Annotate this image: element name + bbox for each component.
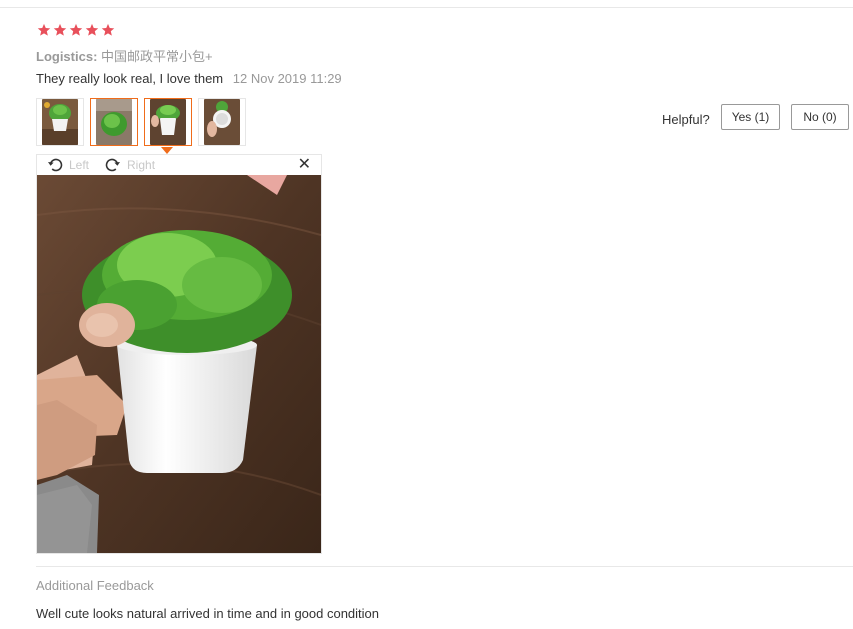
star-icon [53, 23, 67, 36]
thumbnail-image [150, 99, 186, 145]
close-viewer-icon[interactable]: ✕ [298, 157, 311, 173]
section-divider [36, 566, 853, 567]
additional-feedback-heading: Additional Feedback [36, 578, 154, 593]
rotate-right-label: Right [127, 158, 156, 172]
thumbnail-1[interactable] [36, 98, 84, 146]
rotate-right-button[interactable]: Right [105, 157, 155, 173]
star-icon [37, 23, 51, 36]
rating-stars [37, 23, 115, 37]
rotate-right-icon [105, 158, 121, 172]
helpful-label: Helpful? [662, 112, 710, 127]
review-text-line: They really look real, I love them 12 No… [36, 71, 342, 86]
star-icon [101, 23, 115, 36]
helpful-no-button[interactable]: No (0) [791, 104, 849, 130]
thumbnail-image [204, 99, 240, 145]
logistics-info: Logistics: 中国邮政平常小包+ [36, 46, 213, 65]
review-photo-large [37, 175, 321, 553]
top-divider [0, 7, 853, 8]
star-icon [69, 23, 83, 36]
photo-viewer: Left Right ✕ [36, 154, 322, 554]
rotate-left-label: Left [69, 158, 90, 172]
star-icon [85, 23, 99, 36]
viewer-toolbar: Left Right ✕ [37, 155, 321, 175]
thumbnail-3-selected[interactable] [144, 98, 192, 146]
thumbnail-image [42, 99, 78, 145]
review-text: They really look real, I love them [36, 71, 224, 86]
review-date: 12 Nov 2019 11:29 [232, 71, 342, 86]
selected-thumbnail-pointer [161, 147, 173, 154]
rotate-left-button[interactable]: Left [47, 157, 89, 173]
thumbnail-image [96, 99, 132, 145]
rotate-left-icon [48, 158, 63, 172]
logistics-value: 中国邮政平常小包+ [101, 49, 213, 64]
additional-feedback-text: Well cute looks natural arrived in time … [36, 606, 380, 621]
thumbnail-4[interactable] [198, 98, 246, 146]
helpful-yes-button[interactable]: Yes (1) [721, 104, 780, 130]
photo-thumbnails [36, 98, 246, 146]
thumbnail-2[interactable] [90, 98, 138, 146]
logistics-label: Logistics: [36, 49, 98, 64]
